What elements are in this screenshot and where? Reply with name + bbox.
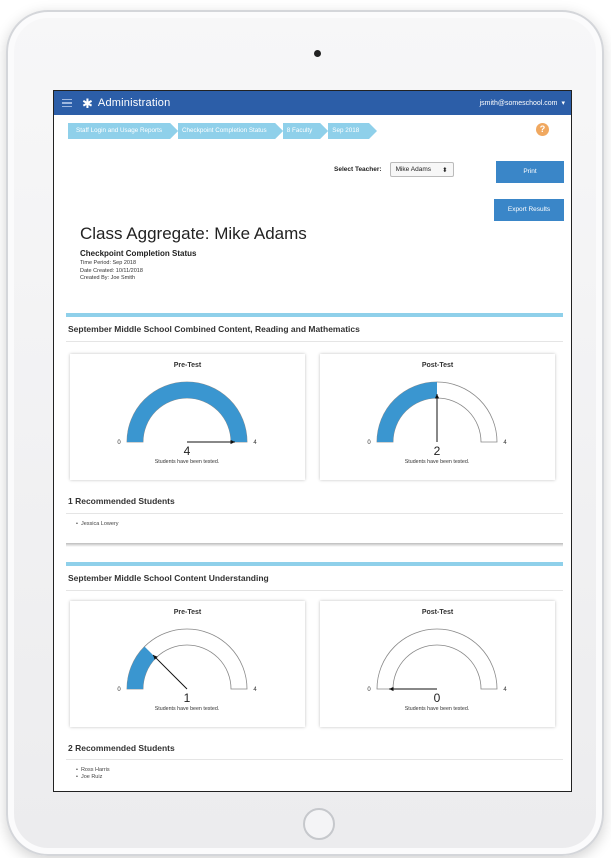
list-item: Jessica Lowery (76, 521, 119, 528)
gauge-value-label: 1 (184, 691, 191, 705)
gauge-card-posttest: 0 4 0 Students have been tested. Post-Test (320, 601, 555, 727)
chevron-down-icon: ▾ (561, 100, 565, 107)
breadcrumb-item-status[interactable]: Checkpoint Completion Status (170, 123, 283, 139)
section-title: September Middle School Content Understa… (68, 573, 269, 583)
section-understanding: September Middle School Content Understa… (66, 562, 563, 591)
top-bar: ✱ Administration jsmith@someschool.com ▾ (54, 91, 571, 115)
section-shadow-divider (66, 543, 563, 547)
home-button[interactable] (303, 808, 335, 840)
user-email: jsmith@someschool.com (479, 99, 558, 107)
section-combined: September Middle School Combined Content… (66, 313, 563, 342)
breadcrumb: Staff Login and Usage Reports Checkpoint… (68, 123, 557, 139)
gauge-max-label: 4 (253, 687, 257, 693)
gauge-caption: Students have been tested. (405, 706, 470, 712)
gauge-caption: Students have been tested. (405, 459, 470, 465)
gauge-track (376, 628, 498, 690)
gauge-title: Pre-Test (173, 362, 202, 369)
gauge-needle (152, 654, 188, 690)
divider (66, 341, 563, 342)
teacher-select-value: Mike Adams (395, 166, 431, 173)
gauge-min-label: 0 (367, 687, 371, 693)
hamburger-menu-icon[interactable] (62, 98, 72, 108)
gauge-chart: 0 40Students have been tested. (367, 628, 507, 712)
report-meta: Time Period: Sep 2018 Date Created: 10/1… (80, 260, 143, 283)
select-arrows-icon: ⬍ (442, 166, 448, 174)
gauge-max-label: 4 (503, 687, 507, 693)
gauge-title: Post-Test (421, 609, 454, 616)
gauge-value-label: 0 (434, 691, 441, 705)
time-period: Time Period: Sep 2018 (80, 260, 137, 266)
divider (66, 590, 563, 591)
gauge-card-posttest: 0 4 2 Students have been tested. Post-Test (320, 354, 555, 480)
gauge-title: Post-Test (421, 362, 454, 369)
gauge-chart: 0 44Students have been tested. (117, 381, 257, 465)
camera-icon (314, 50, 321, 57)
user-menu[interactable]: jsmith@someschool.com ▾ (479, 99, 565, 108)
gauge-max-label: 4 (503, 440, 507, 446)
recommended-students-list: Jessica Lowery (76, 521, 119, 528)
gauge-value-label: 2 (434, 444, 441, 458)
main-content: Staff Login and Usage Reports Checkpoint… (54, 115, 571, 139)
teacher-select-row: Select Teacher: Mike Adams ⬍ (334, 162, 454, 177)
teacher-select-label: Select Teacher: (334, 166, 382, 173)
gear-icon: ✱ (82, 95, 93, 111)
gauge-value-label: 4 (184, 444, 191, 458)
list-item: Joe Ruiz (76, 774, 110, 781)
breadcrumb-item-reports[interactable]: Staff Login and Usage Reports (68, 123, 178, 139)
recommended-students-list: Ross Harris Joe Ruiz (76, 767, 110, 781)
export-results-button[interactable]: Export Results (494, 199, 564, 221)
gauge-caption: Students have been tested. (155, 459, 220, 465)
gauge-card-pretest: 0 4 1 Students have been tested. Pre-Test (70, 601, 305, 727)
recommended-students-title: 2 Recommended Students (68, 743, 175, 753)
app-screen: ✱ Administration jsmith@someschool.com ▾… (53, 90, 572, 792)
gauge-min-label: 0 (117, 440, 121, 446)
gauge-min-label: 0 (117, 687, 121, 693)
print-button[interactable]: Print (496, 161, 564, 183)
gauge-max-label: 4 (253, 440, 257, 446)
list-item: Ross Harris (76, 767, 110, 774)
created-by: Created By: Joe Smith (80, 275, 136, 281)
help-icon[interactable]: ? (536, 123, 549, 136)
divider (66, 513, 563, 514)
gauge-fill (127, 382, 247, 442)
gauge-caption: Students have been tested. (155, 706, 220, 712)
gauge-fill (377, 382, 437, 442)
section-title: September Middle School Combined Content… (68, 324, 360, 334)
gauge-card-pretest: 0 4 4 Students have been tested. Pre-Test (70, 354, 305, 480)
gauge-min-label: 0 (367, 440, 371, 446)
report-subtitle: Checkpoint Completion Status (80, 249, 197, 258)
gauge-title: Pre-Test (173, 609, 202, 616)
gauge-chart: 0 4 2Students have been tested. (367, 381, 507, 465)
divider (66, 759, 563, 760)
page-title: Class Aggregate: Mike Adams (80, 224, 307, 243)
gauge-chart: 0 4 1Students have been tested. (117, 628, 257, 712)
teacher-select[interactable]: Mike Adams ⬍ (389, 162, 454, 177)
app-title: Administration (97, 97, 171, 109)
date-created: Date Created: 10/11/2018 (80, 267, 143, 274)
recommended-students-title: 1 Recommended Students (68, 496, 175, 506)
